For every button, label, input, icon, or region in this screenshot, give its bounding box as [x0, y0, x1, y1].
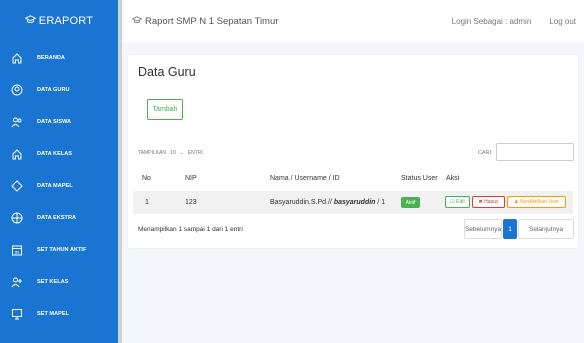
sidebar-item-label: SET MAPEL	[37, 311, 70, 317]
app-title: Raport SMP N 1 Sepatan Timur	[145, 15, 279, 27]
login-info: Login Sebagai : admin	[451, 16, 532, 26]
pagination-prev[interactable]: Sebelumnya	[464, 219, 502, 239]
sidebar: ERAPORT BERANDA DATA GURU DATA SISWA DATA K…	[0, 0, 118, 343]
sidebar-item-label: DATA GURU	[37, 87, 70, 93]
logout-link[interactable]: Log out	[549, 17, 576, 26]
sidebar-item-data-mapel[interactable]: DATA MAPEL	[0, 170, 118, 202]
deactivate-user-button[interactable]: ♟ NonAktifkan User	[507, 196, 566, 208]
sidebar-item-label: SET KELAS	[37, 279, 69, 285]
delete-label: Hapus	[484, 199, 499, 205]
brand[interactable]: ERAPORT	[0, 0, 118, 42]
col-aksi: Aksi	[446, 175, 460, 182]
cell-nama: Basyaruddin.S.Pd.// basyaruddin / 1	[270, 199, 385, 206]
edit-label: Edit	[456, 199, 465, 205]
deactivate-label: NonAktifkan User	[519, 199, 559, 205]
diamond-icon	[10, 180, 23, 193]
topbar: Raport SMP N 1 Sepatan Timur Login Sebag…	[122, 0, 584, 42]
card-title: Data Guru	[138, 65, 196, 79]
users-icon	[10, 116, 23, 129]
sidebar-item-set-tahun-aktif[interactable]: 31 SET TAHUN AKTIF	[0, 234, 118, 266]
col-nama[interactable]: Nama / Username / ID	[270, 175, 340, 182]
cell-nama-username: basyaruddin	[333, 199, 376, 206]
edit-button[interactable]: ☑ Edit	[445, 196, 470, 208]
search-label: CARI:	[478, 150, 493, 156]
sidebar-item-label: DATA SISWA	[37, 119, 72, 125]
entries-length: TAMPILKAN 10 ⌄ ENTRI	[138, 150, 203, 156]
calendar-icon: 31	[10, 244, 23, 257]
target-icon	[10, 212, 23, 225]
sidebar-item-data-guru[interactable]: DATA GURU	[0, 74, 118, 106]
col-no[interactable]: No	[142, 175, 151, 182]
sidebar-item-beranda[interactable]: BERANDA	[0, 42, 118, 74]
scrollbar-thumb[interactable]	[118, 0, 122, 343]
sidebar-item-data-siswa[interactable]: DATA SISWA	[0, 106, 118, 138]
add-button[interactable]: Tambah	[147, 99, 183, 120]
sidebar-item-label: SET TAHUN AKTIF	[37, 247, 87, 253]
col-nip[interactable]: NIP	[185, 175, 197, 182]
sidebar-nav: BERANDA DATA GURU DATA SISWA DATA KELAS DATA…	[0, 42, 118, 330]
user-circle-icon	[10, 84, 23, 97]
monitor-icon	[10, 308, 23, 321]
sidebar-item-set-kelas[interactable]: SET KELAS	[0, 266, 118, 298]
cell-no: 1	[145, 199, 149, 206]
user-icon: ♟	[514, 199, 519, 205]
cell-nama-id: / 1	[377, 199, 386, 206]
cell-nama-name: Basyaruddin.S.Pd.//	[270, 199, 332, 206]
home-icon	[10, 52, 23, 65]
status-badge: Aktif	[401, 197, 420, 208]
entries-label: ENTRI	[187, 150, 203, 156]
sidebar-item-data-ekstra[interactable]: DATA EKSTRA	[0, 202, 118, 234]
entries-select-value: 10	[169, 150, 177, 156]
sidebar-item-label: BERANDA	[37, 55, 65, 61]
chevron-down-icon: ⌄	[179, 150, 184, 156]
home-icon	[10, 148, 23, 161]
topbar-right: Login Sebagai : admin Log out	[434, 17, 576, 26]
user-plus-icon	[10, 276, 23, 289]
entries-select[interactable]: 10 ⌄	[170, 150, 184, 156]
scrollbar[interactable]	[118, 0, 122, 343]
graduation-cap-icon	[131, 15, 145, 27]
cell-nip: 123	[185, 199, 197, 206]
close-icon: ✖	[478, 199, 483, 205]
svg-text:31: 31	[14, 250, 19, 255]
sidebar-item-label: DATA MAPEL	[37, 183, 73, 189]
edit-icon: ☑	[450, 199, 455, 205]
page-title: Raport SMP N 1 Sepatan Timur	[131, 15, 279, 27]
graduation-cap-icon	[24, 15, 39, 27]
sidebar-item-data-kelas[interactable]: DATA KELAS	[0, 138, 118, 170]
pagination-next[interactable]: Selanjutnya	[518, 219, 574, 239]
sidebar-item-set-mapel[interactable]: SET MAPEL	[0, 298, 118, 330]
pagination-current[interactable]: 1	[503, 219, 517, 239]
sidebar-item-label: DATA EKSTRA	[37, 215, 77, 221]
sidebar-item-label: DATA KELAS	[37, 151, 73, 157]
search-input[interactable]	[496, 143, 574, 161]
table-info: Menampilkan 1 sampai 1 dari 1 entri	[138, 226, 243, 233]
brand-label: ERAPORT	[38, 15, 94, 27]
show-label: TAMPILKAN	[138, 150, 166, 156]
col-status[interactable]: Status User	[401, 175, 438, 182]
delete-button[interactable]: ✖ Hapus	[472, 196, 505, 208]
